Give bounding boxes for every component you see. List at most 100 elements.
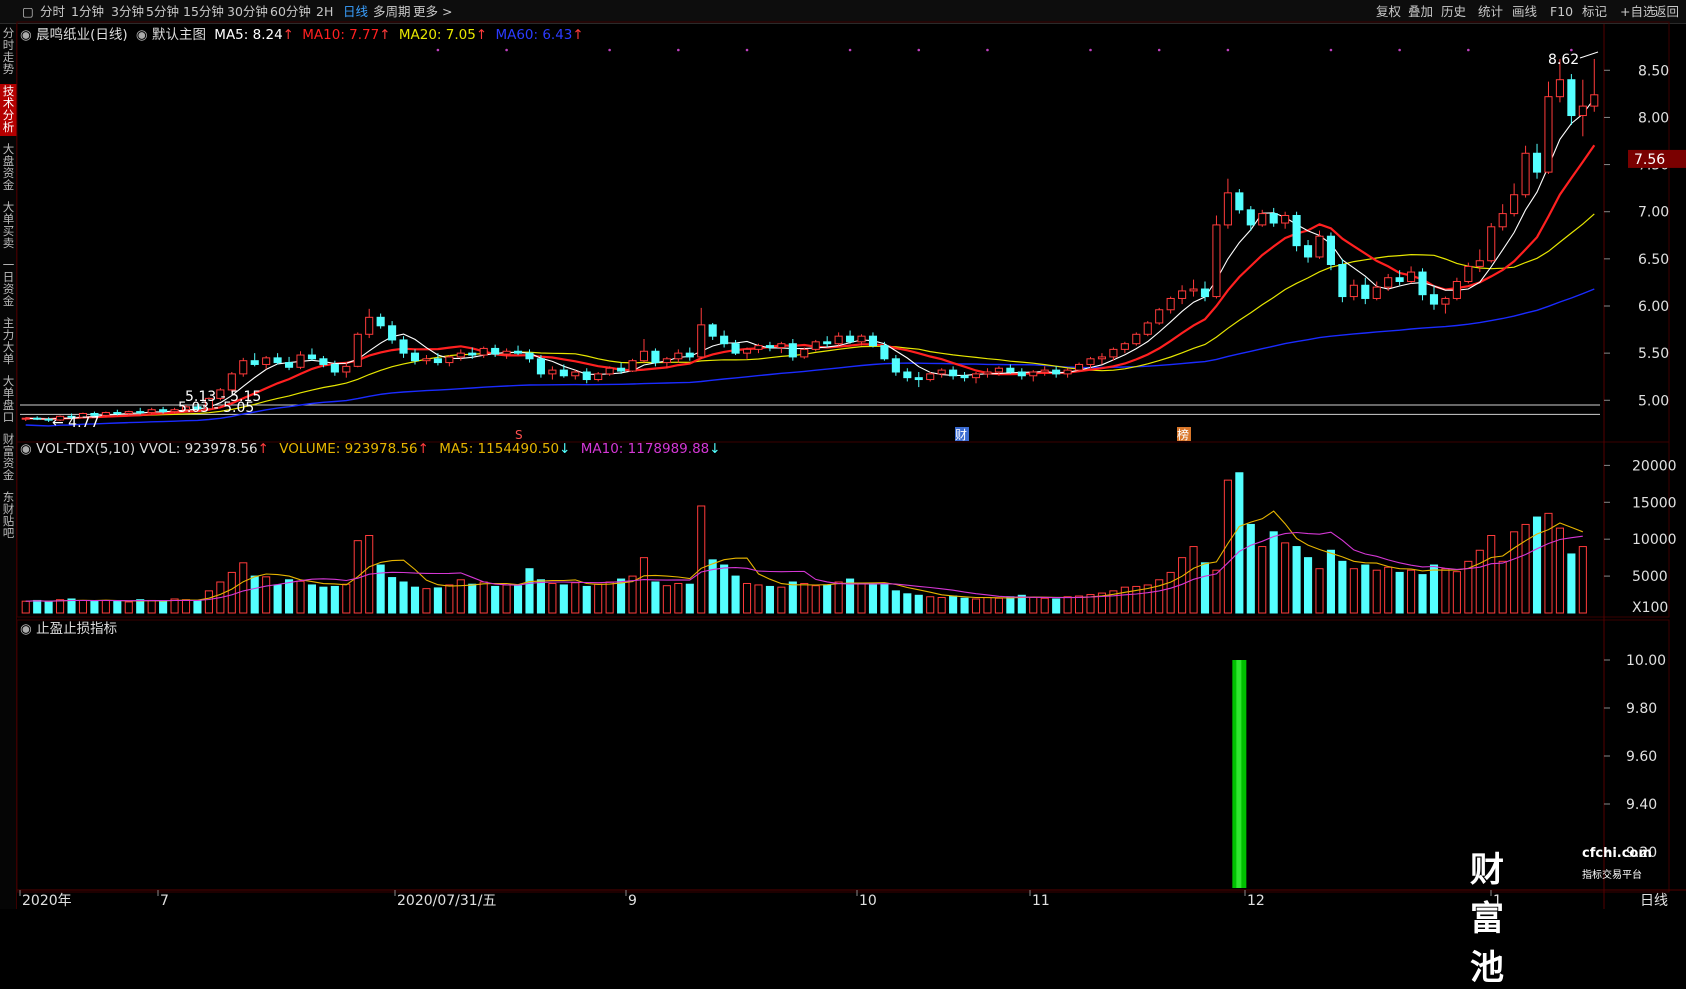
date-label: 2020年 (22, 893, 72, 909)
candle-body (525, 352, 534, 360)
candle-body (971, 373, 981, 379)
candle-body (960, 375, 969, 379)
candle-body (559, 369, 568, 377)
candle-body (536, 358, 545, 375)
candle-body (1109, 348, 1118, 358)
volume-bar (307, 584, 317, 614)
event-dot (1157, 48, 1161, 52)
candle-body (1143, 322, 1152, 335)
volume-bar (1521, 523, 1530, 614)
volume-bar (136, 599, 145, 614)
candle-body (1510, 194, 1519, 215)
volume-bar (1452, 571, 1461, 614)
candle-body (754, 345, 763, 350)
collapse-icon[interactable]: ◉ (20, 27, 32, 43)
date-label: 10 (859, 893, 877, 909)
volume-bar (1040, 597, 1049, 614)
candle-body (136, 411, 145, 414)
volume-bar (1212, 569, 1221, 614)
volume-bar (582, 585, 591, 614)
candle-body (651, 350, 660, 364)
price-tick-label: 8.50 (1638, 63, 1669, 79)
volume-bar (78, 599, 88, 614)
candle-body (399, 339, 408, 354)
volume-bar (983, 597, 992, 614)
candle-body (926, 373, 935, 381)
candle-body (1075, 363, 1084, 371)
vol-ma5-legend: MA5: 1154490.50 (439, 441, 560, 457)
period-label: 日线 (1640, 893, 1668, 909)
volume-bar (811, 585, 820, 614)
candle-body (422, 358, 431, 362)
volume-bar (101, 599, 110, 614)
volume-bar (56, 599, 65, 614)
chevron-down-icon[interactable]: ◉ (136, 27, 148, 43)
candle-body (1361, 284, 1370, 299)
candle-body (21, 417, 30, 420)
volume-bar (285, 579, 294, 614)
volume-bar (1120, 586, 1129, 614)
date-label: 12 (1247, 893, 1265, 909)
volume-bar (594, 583, 603, 614)
ma10-legend: MA10: 7.77 (302, 27, 380, 43)
volume-bar (491, 585, 500, 614)
candle-body (639, 350, 649, 362)
collapse-icon[interactable]: ◉ (20, 441, 32, 457)
candle-body (1040, 369, 1049, 373)
candle-body (262, 357, 271, 365)
volume-bar (513, 585, 523, 614)
volume-bar (1407, 569, 1416, 614)
candle-body (605, 367, 614, 375)
candle-body (1029, 371, 1038, 377)
candle-body (788, 343, 797, 358)
panel-border-2 (16, 619, 1670, 893)
collapse-icon[interactable]: ◉ (20, 621, 32, 637)
event-dot (1226, 48, 1230, 52)
candle-body (1372, 286, 1381, 299)
vvol-legend: VVOL: 923978.56 (139, 441, 258, 457)
candle-body (1395, 277, 1404, 282)
candle-body (1407, 271, 1416, 282)
volume-bar (1361, 564, 1370, 614)
volume-bar (113, 600, 122, 614)
candle-body (342, 365, 351, 373)
vol-tick-label: 20000 (1632, 458, 1677, 474)
candle-body (800, 348, 809, 358)
volume-bar (1281, 542, 1290, 614)
date-label: 9 (628, 893, 637, 909)
volume-bar (1269, 531, 1278, 614)
volume-bar (926, 596, 935, 614)
event-dot (1570, 48, 1573, 52)
event-dot (505, 48, 508, 52)
volume-bar (296, 580, 305, 614)
chart-mode-select[interactable]: 默认主图 (152, 27, 206, 43)
candle-body (1487, 226, 1496, 262)
candle-body (124, 411, 133, 414)
candle-body (1155, 309, 1164, 324)
candle-body (1429, 294, 1439, 305)
volume-bar (422, 588, 431, 614)
volume-bar (376, 564, 385, 614)
volume-bar (1292, 546, 1301, 614)
volume-bar (914, 594, 923, 614)
watermark-tagline: 指标交易平台 (1582, 870, 1642, 881)
vol-ma10-legend: MA10: 1178989.88 (580, 441, 710, 457)
volume-bar (502, 584, 511, 614)
candle-body (1132, 333, 1141, 345)
vol-tick-label: 10000 (1632, 532, 1677, 548)
volume-bar (456, 579, 465, 614)
volume-bar (559, 584, 568, 614)
candle-body (1315, 235, 1324, 258)
volume-bar (1441, 568, 1450, 614)
volume-bar (834, 581, 843, 614)
candle-body (1555, 79, 1564, 98)
volume-bar (1395, 571, 1404, 614)
volume-bar (479, 581, 488, 614)
vol-title: VOL-TDX(5,10) (36, 441, 136, 457)
candle-body (994, 367, 1003, 373)
volume-bar (1349, 568, 1358, 614)
candle-body (273, 357, 282, 364)
low-label: ← 4.77 (52, 415, 99, 431)
ind-tick-label: 10.00 (1626, 653, 1666, 669)
event-marker-bang: 榜 (1177, 427, 1189, 442)
